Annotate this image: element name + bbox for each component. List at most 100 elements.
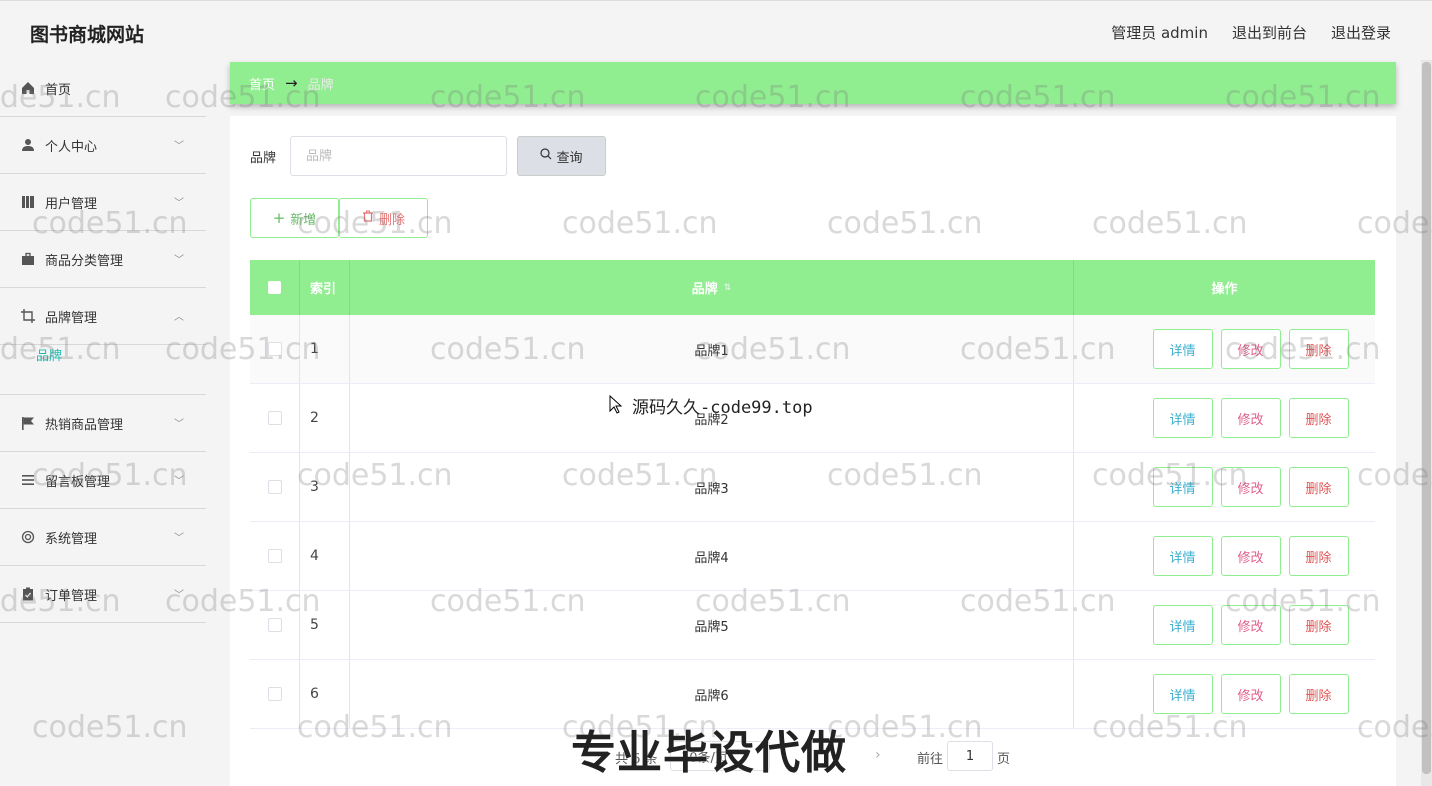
goto-page-input[interactable] [947, 741, 993, 771]
sidebar-item-user-management[interactable]: 用户管理 ﹀ [0, 174, 206, 231]
row-checkbox[interactable] [267, 411, 282, 425]
top-links: 管理员 admin 退出到前台 退出登录 [1111, 22, 1391, 43]
row-checkbox[interactable] [267, 342, 282, 356]
breadcrumb-current: 品牌 [307, 77, 334, 93]
table-row: 1 品牌1 详情 修改 删除 [250, 315, 1375, 384]
to-frontend-link[interactable]: 退出到前台 [1232, 22, 1307, 43]
trash-icon [362, 210, 374, 226]
detail-button[interactable]: 详情 [1152, 536, 1213, 576]
chevron-down-icon: ﹀ [174, 198, 184, 209]
row-index: 3 [300, 453, 350, 521]
select-all-checkbox[interactable] [268, 281, 281, 294]
add-button[interactable]: + 新增 [250, 198, 339, 238]
sidebar-item-label: 订单管理 [45, 588, 98, 604]
detail-button[interactable]: 详情 [1152, 674, 1213, 714]
row-checkbox-cell [250, 591, 300, 659]
row-checkbox[interactable] [267, 480, 282, 494]
detail-button[interactable]: 详情 [1152, 398, 1213, 438]
sidebar-item-category-management[interactable]: 商品分类管理 ﹀ [0, 231, 206, 288]
home-icon [20, 80, 36, 96]
edit-button[interactable]: 修改 [1220, 536, 1281, 576]
delete-button[interactable]: 删除 [1288, 329, 1349, 369]
brand-table: 索引 品牌 ⇅ 操作 1 品牌1 详情 修改 删除 2 品牌2 详情 修改 删除 3 品牌3 详情 修改删… [250, 260, 1375, 729]
row-checkbox[interactable] [267, 549, 282, 563]
detail-button[interactable]: 详情 [1152, 467, 1213, 507]
sidebar-subitem-brand[interactable]: 品牌 [36, 345, 62, 364]
chevron-down-icon: ﹀ [174, 255, 184, 266]
sidebar-item-order-management[interactable]: 订单管理 ﹀ [0, 566, 206, 623]
row-checkbox-cell [250, 453, 300, 521]
row-checkbox[interactable] [267, 687, 282, 701]
edit-button[interactable]: 修改 [1220, 467, 1281, 507]
table-header: 索引 品牌 ⇅ 操作 [250, 260, 1375, 315]
sidebar-item-label: 商品分类管理 [45, 253, 124, 269]
chevron-up-icon: ︿ [174, 312, 184, 323]
header-index: 索引 [300, 260, 350, 315]
gear-icon [20, 529, 36, 545]
admin-user-label[interactable]: 管理员 admin [1111, 22, 1208, 43]
sidebar-item-home[interactable]: 首页 [0, 60, 206, 117]
delete-button[interactable]: 删除 [1288, 536, 1349, 576]
chevron-down-icon: ﹀ [174, 141, 184, 152]
breadcrumb: 首页 → 品牌 [230, 62, 1396, 104]
promo-banner-text: 专业毕设代做 [571, 726, 848, 779]
clipboard-icon [20, 586, 36, 602]
add-button-label: 新增 [290, 212, 317, 228]
scrollbar-thumb[interactable] [1422, 62, 1431, 774]
row-index: 4 [300, 522, 350, 590]
sidebar-item-label: 用户管理 [45, 196, 98, 212]
chevron-down-icon: ﹀ [174, 419, 184, 430]
page-unit-label: 页 [997, 752, 1011, 767]
sidebar-item-message-board[interactable]: 留言板管理 ﹀ [0, 452, 206, 509]
book-icon [20, 194, 36, 210]
batch-delete-label: 删除 [378, 212, 405, 228]
detail-button[interactable]: 详情 [1152, 329, 1213, 369]
row-ops: 详情 修改 删除 [1074, 453, 1375, 521]
detail-button[interactable]: 详情 [1152, 605, 1213, 645]
row-ops: 详情 修改 删除 [1074, 384, 1375, 452]
crop-icon [20, 308, 36, 324]
breadcrumb-home[interactable]: 首页 [249, 74, 275, 93]
list-icon [20, 472, 36, 488]
edit-button[interactable]: 修改 [1220, 605, 1281, 645]
delete-button[interactable]: 删除 [1288, 674, 1349, 714]
table-row: 3 品牌3 详情 修改 删除 [250, 453, 1375, 522]
sidebar-item-brand-management[interactable]: 品牌管理 ︿ [0, 288, 206, 345]
logout-link[interactable]: 退出登录 [1331, 22, 1391, 43]
search-button[interactable]: 查询 [517, 136, 606, 176]
breadcrumb-separator: → [285, 74, 298, 92]
edit-button[interactable]: 修改 [1220, 674, 1281, 714]
sidebar-item-label: 个人中心 [45, 139, 98, 155]
submenu-brand: 品牌 [0, 345, 206, 395]
briefcase-icon [20, 251, 36, 267]
delete-button[interactable]: 删除 [1288, 398, 1349, 438]
row-index: 6 [300, 660, 350, 728]
overlay-watermark-text: 源码久久-code99.top [632, 398, 813, 418]
chevron-down-icon: ﹀ [174, 590, 184, 601]
delete-button[interactable]: 删除 [1288, 605, 1349, 645]
search-label: 品牌 [250, 151, 277, 166]
edit-button[interactable]: 修改 [1220, 329, 1281, 369]
delete-button[interactable]: 删除 [1288, 467, 1349, 507]
edit-button[interactable]: 修改 [1220, 398, 1281, 438]
row-ops: 详情 修改 删除 [1074, 522, 1375, 590]
row-checkbox[interactable] [267, 618, 282, 632]
scrollbar[interactable] [1421, 60, 1432, 786]
row-checkbox-cell [250, 315, 300, 383]
site-title: 图书商城网站 [30, 24, 145, 46]
header-brand[interactable]: 品牌 ⇅ [350, 260, 1074, 315]
sidebar-item-hot-products[interactable]: 热销商品管理 ﹀ [0, 395, 206, 452]
search-icon [540, 148, 552, 164]
sidebar-item-label: 品牌管理 [45, 310, 98, 326]
batch-delete-button[interactable]: 删除 [339, 198, 428, 238]
row-checkbox-cell [250, 660, 300, 728]
row-brand: 品牌1 [350, 315, 1074, 383]
sidebar-item-personal-center[interactable]: 个人中心 ﹀ [0, 117, 206, 174]
sort-icon[interactable]: ⇅ [724, 283, 732, 293]
mouse-cursor-icon [609, 395, 623, 414]
next-page-icon[interactable]: › [875, 747, 881, 763]
row-checkbox-cell [250, 522, 300, 590]
brand-search-input[interactable] [290, 136, 507, 176]
row-ops: 详情 修改 删除 [1074, 591, 1375, 659]
sidebar-item-system-management[interactable]: 系统管理 ﹀ [0, 509, 206, 566]
